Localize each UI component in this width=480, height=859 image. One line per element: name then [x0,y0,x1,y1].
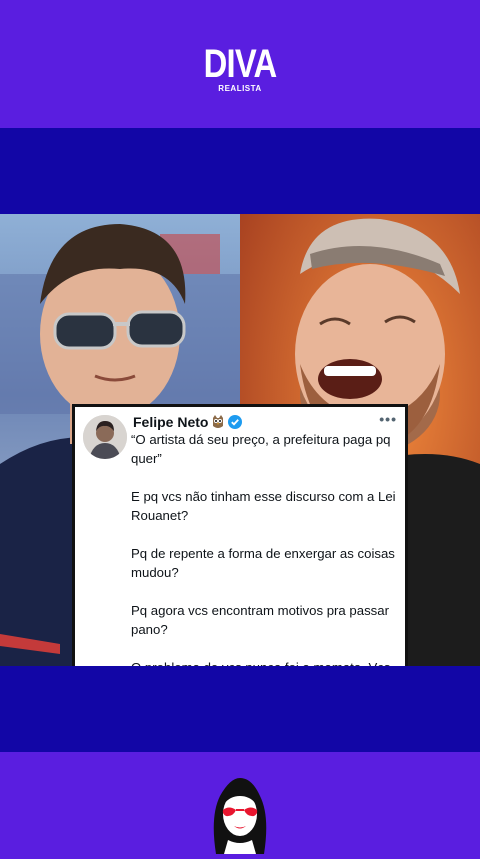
tweet-paragraph: Pq de repente a forma de enxergar as coi… [131,546,395,580]
more-options-icon[interactable]: ••• [379,411,397,427]
author-name[interactable]: Felipe Neto [133,414,208,430]
tweet-paragraph: E pq vcs não tinham esse discurso com a … [131,489,396,523]
tweet-text: “O artista dá seu preço, a prefeitura pa… [131,430,401,666]
verified-badge-icon [228,415,243,429]
tweet-card[interactable]: Felipe Neto ••• “O artista dá seu preço,… [72,404,408,666]
diva-mascot-icon [206,776,274,854]
brand-logo[interactable]: DIVA REALISTA [0,44,480,94]
bottom-band [0,666,480,752]
tweet-paragraph: O problema de vcs nunca foi a mamata. Vc… [131,658,401,666]
brand-name: DIVA [203,42,277,86]
tweet-header: Felipe Neto [133,413,243,431]
owl-emoji-icon [212,415,224,429]
avatar[interactable] [83,415,127,459]
tweet-paragraph: Pq agora vcs encontram motivos pra passa… [131,603,390,637]
top-band [0,128,480,214]
tweet-paragraph: “O artista dá seu preço, a prefeitura pa… [131,432,391,466]
